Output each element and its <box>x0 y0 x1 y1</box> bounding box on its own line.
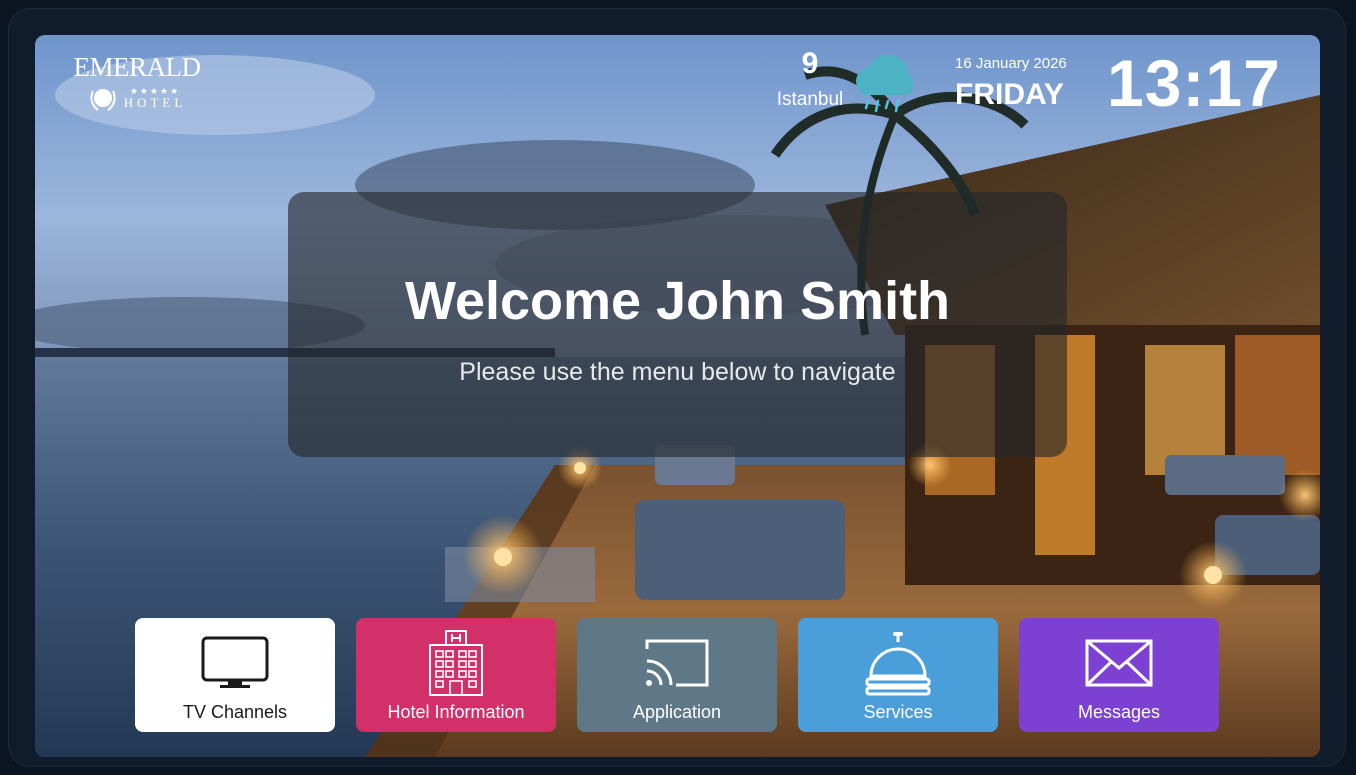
menu-tile-label: Application <box>632 702 722 722</box>
hotel-logo: EMERALD ★★★★★ HOTEL <box>67 53 207 113</box>
hotel-logo-subtitle: HOTEL <box>123 95 187 110</box>
menu-tile-hotel-information[interactable]: Hotel Information <box>356 618 556 732</box>
hotel-building-icon <box>429 630 483 696</box>
day-text: FRIDAY <box>955 78 1064 111</box>
date-display: 16 January 2026 FRIDAY <box>955 55 1067 112</box>
menu-tile-label: Services <box>863 702 933 722</box>
envelope-icon <box>1085 639 1153 687</box>
hotel-logo-name: EMERALD <box>73 52 202 82</box>
menu-tile-services[interactable]: Services <box>798 618 998 732</box>
welcome-title: Welcome John Smith <box>404 271 951 331</box>
menu-tile-label: Messages <box>1077 702 1161 722</box>
welcome-subtitle: Please use the menu below to navigate <box>459 358 896 386</box>
tv-icon <box>201 636 269 688</box>
menu-tile-tv-channels[interactable]: TV Channels <box>135 618 335 732</box>
menu-tile-label: TV Channels <box>182 702 288 722</box>
weather-city: Istanbul <box>776 89 844 110</box>
menu-tile-messages[interactable]: Messages <box>1019 618 1219 732</box>
service-bell-icon <box>865 632 931 696</box>
cast-icon <box>645 639 709 687</box>
menu-tile-label: Hotel Information <box>387 702 525 722</box>
date-text: 16 January 2026 <box>955 55 1067 72</box>
clock-time: 13:17 <box>1107 46 1281 120</box>
hotel-tv-screen: EMERALD ★★★★★ HOTEL 9 Istanbul 16 Januar… <box>35 35 1320 757</box>
weather-widget: 9 Istanbul <box>770 47 913 127</box>
welcome-panel: Welcome John Smith Please use the menu b… <box>288 192 1067 457</box>
laurel-emblem-icon <box>90 89 116 111</box>
rain-cloud-icon <box>856 55 913 113</box>
menu-tile-application[interactable]: Application <box>577 618 777 732</box>
weather-temperature: 9 <box>801 47 819 80</box>
